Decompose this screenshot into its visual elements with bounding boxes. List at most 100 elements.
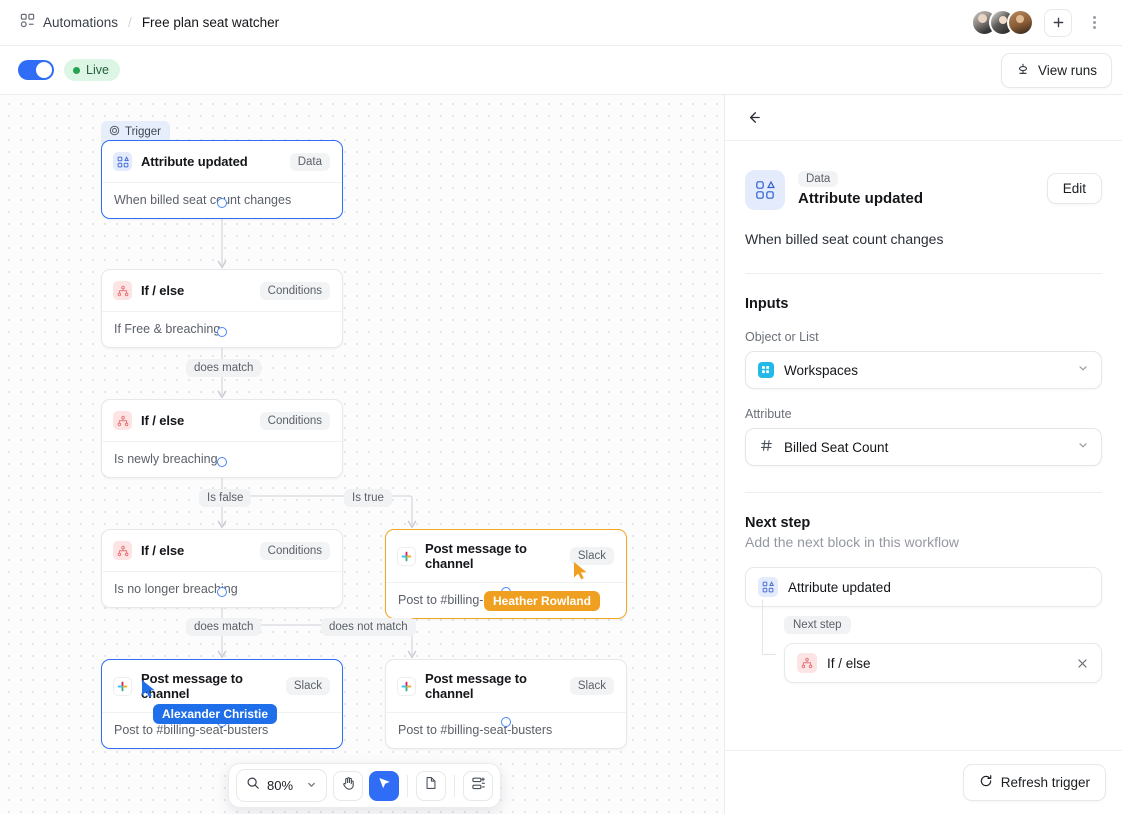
- node-title: If / else: [141, 283, 184, 298]
- panel-footer: Refresh trigger: [725, 750, 1122, 814]
- node-header: Attribute updated Data: [102, 141, 342, 183]
- node-post-message-does-not-match[interactable]: Post message to channel Slack Post to #b…: [385, 659, 627, 749]
- node-header: Post message to channel Slack: [386, 530, 626, 583]
- node-title: Post message to channel: [425, 671, 561, 701]
- trigger-chip-label: Trigger: [125, 126, 161, 138]
- node-header: If / else Conditions: [102, 530, 342, 572]
- canvas-divider: [724, 95, 725, 814]
- panel-content: Data Attribute updated Edit When billed …: [725, 141, 1122, 814]
- breadcrumb-current: Free plan seat watcher: [142, 15, 279, 30]
- panel-divider: [745, 273, 1102, 274]
- panel-block-header: Data Attribute updated Edit: [745, 141, 1102, 210]
- kebab-icon: [1093, 21, 1096, 24]
- node-title: If / else: [141, 543, 184, 558]
- zoom-control[interactable]: 80%: [236, 769, 327, 802]
- node-output-port[interactable]: [217, 457, 227, 467]
- object-or-list-value: Workspaces: [784, 363, 858, 378]
- breadcrumb-automations-label: Automations: [43, 15, 118, 30]
- panel-block-titles: Data Attribute updated: [798, 170, 923, 207]
- number-attribute-icon: [758, 439, 774, 455]
- panel-kind-badge: Data: [798, 171, 838, 187]
- next-step-chip: Next step: [784, 616, 851, 634]
- hand-icon: [341, 776, 356, 796]
- page-tool-button[interactable]: [416, 771, 446, 801]
- conditions-icon: [113, 541, 132, 560]
- status-controls: Live: [0, 59, 120, 81]
- slack-icon: [397, 547, 416, 566]
- panel-description: When billed seat count changes: [745, 231, 1102, 247]
- toggle-knob: [36, 62, 52, 78]
- next-step-branch: Next step If / else: [762, 607, 1102, 683]
- remote-cursor-pointer-blue: [141, 679, 158, 704]
- view-runs-label: View runs: [1038, 63, 1097, 78]
- view-runs-button[interactable]: View runs: [1001, 53, 1112, 88]
- workspaces-icon: [758, 362, 774, 378]
- top-bar-actions: [971, 9, 1122, 37]
- next-step-block-if-else[interactable]: If / else: [784, 643, 1102, 683]
- breadcrumb-separator: /: [128, 15, 132, 30]
- panel-block-name: Attribute updated: [798, 190, 923, 207]
- node-title: Attribute updated: [141, 154, 248, 169]
- node-output-port[interactable]: [217, 587, 227, 597]
- node-header: If / else Conditions: [102, 270, 342, 312]
- slack-icon: [397, 677, 416, 696]
- edit-button[interactable]: Edit: [1047, 173, 1102, 204]
- edge-label-does-match-2: does match: [186, 618, 261, 636]
- remote-cursor-pointer-orange: [573, 561, 590, 586]
- hand-tool-button[interactable]: [333, 771, 363, 801]
- panel-divider: [745, 492, 1102, 493]
- canvas-toolbar: 80%: [228, 763, 501, 808]
- status-dot-icon: [73, 67, 80, 74]
- automations-icon: [20, 13, 35, 33]
- page-icon: [424, 776, 438, 795]
- breadcrumb: Automations / Free plan seat watcher: [0, 13, 279, 33]
- data-icon: [113, 152, 132, 171]
- node-output-port[interactable]: [217, 327, 227, 337]
- next-step-subtitle: Add the next block in this workflow: [745, 534, 1102, 550]
- back-button[interactable]: [745, 109, 762, 126]
- edge-label-does-not-match: does not match: [321, 618, 416, 636]
- search-icon: [246, 776, 260, 795]
- layout-tool-button[interactable]: [463, 771, 493, 801]
- edge-label-is-false: Is false: [199, 489, 251, 507]
- object-or-list-select[interactable]: Workspaces: [745, 351, 1102, 389]
- status-badge-label: Live: [86, 63, 109, 77]
- node-header: If / else Conditions: [102, 400, 342, 442]
- pointer-icon: [377, 776, 392, 796]
- status-badge: Live: [64, 59, 120, 81]
- avatar[interactable]: [1007, 9, 1034, 36]
- refresh-trigger-button[interactable]: Refresh trigger: [963, 764, 1106, 801]
- chevron-down-icon: [1077, 438, 1089, 456]
- refresh-trigger-label: Refresh trigger: [1001, 775, 1090, 790]
- more-options-button[interactable]: [1082, 9, 1106, 37]
- next-step-current-block[interactable]: Attribute updated: [745, 567, 1102, 607]
- add-member-button[interactable]: [1044, 9, 1072, 37]
- remove-next-step-button[interactable]: [1076, 657, 1089, 670]
- attribute-select[interactable]: Billed Seat Count: [745, 428, 1102, 466]
- pointer-tool-button[interactable]: [369, 771, 399, 801]
- edge-label-is-true: Is true: [344, 489, 392, 507]
- data-icon: [758, 577, 778, 597]
- node-output-port[interactable]: [501, 717, 511, 727]
- data-icon: [745, 170, 785, 210]
- trigger-icon: [109, 125, 120, 139]
- workflow-canvas[interactable]: Trigger Attribute updated Data When bill…: [0, 95, 725, 814]
- node-output-port[interactable]: [217, 198, 227, 208]
- breadcrumb-automations[interactable]: Automations: [20, 13, 118, 33]
- status-bar: Live View runs: [0, 46, 1122, 95]
- next-step-title: Next step: [745, 515, 1102, 531]
- chevron-down-icon: [1077, 361, 1089, 379]
- node-tag: Slack: [570, 677, 614, 695]
- next-step-current-label: Attribute updated: [788, 580, 891, 595]
- node-header: Post message to channel Slack: [386, 660, 626, 713]
- conditions-icon: [113, 411, 132, 430]
- node-tag: Conditions: [260, 542, 330, 560]
- inputs-section-title: Inputs: [745, 296, 1102, 312]
- next-step-block-label: If / else: [827, 656, 871, 671]
- conditions-icon: [113, 281, 132, 300]
- node-tag: Slack: [286, 677, 330, 695]
- chevron-down-icon: [306, 777, 317, 795]
- toolbar-divider: [407, 775, 408, 797]
- avatar-group[interactable]: [971, 9, 1034, 36]
- live-toggle[interactable]: [18, 60, 54, 80]
